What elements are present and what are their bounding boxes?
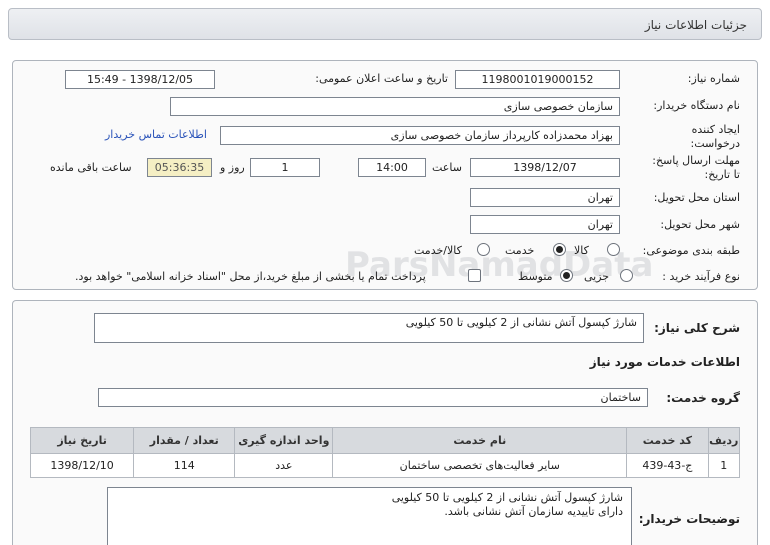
table-header-row: ردیف کد خدمت نام خدمت واحد اندازه گیری ت… [29,427,741,454]
category-option-goods-service: کالا/خدمت [414,244,462,257]
cell-service-code: ج-43-439 [626,453,709,478]
col-header-service-name: نام خدمت [332,427,628,454]
deadline-time-field[interactable]: 14:00 [358,158,426,177]
col-header-service-code: کد خدمت [626,427,709,454]
requester-field[interactable]: بهزاد محمدزاده کارپرداز سازمان خصوصی ساز… [220,126,620,145]
category-radio-goods[interactable] [607,243,620,256]
cell-unit: عدد [234,453,334,478]
remaining-label: ساعت باقی مانده [50,161,132,174]
process-option-minor: جزیی [584,270,610,283]
requester-label-1: ایجاد کننده [691,123,740,136]
service-group-label: گروه خدمت: [666,391,740,405]
col-header-quantity: تعداد / مقدار [133,427,236,454]
countdown-timer: 05:36:35 [147,158,212,177]
requester-label-2: درخواست: [690,137,740,150]
days-remaining-field[interactable]: 1 [250,158,320,177]
province-label: استان محل تحویل: [653,191,740,204]
city-label: شهر محل تحویل: [660,218,740,231]
buyer-contact-link[interactable]: اطلاعات تماس خریدار [105,128,207,141]
need-description-field[interactable]: شارژ کپسول آتش نشانی از 2 کیلویی تا 50 ک… [94,313,644,343]
treasury-payment-checkbox[interactable] [468,269,481,282]
cell-service-name: سایر فعالیت‌های تخصصی ساختمان [332,453,628,478]
process-radio-minor[interactable] [620,269,633,282]
city-field[interactable]: تهران [470,215,620,234]
col-header-unit: واحد اندازه گیری [234,427,334,454]
treasury-payment-note: پرداخت تمام یا بخشی از مبلغ خرید،از محل … [75,270,426,283]
days-label: روز و [220,161,245,174]
buyer-notes-label: توضیحات خریدار: [638,512,740,526]
category-option-goods: کالا [574,244,589,257]
col-header-need-date: تاریخ نیاز [29,427,135,454]
deadline-label-2: تا تاریخ: [704,168,740,181]
province-field[interactable]: تهران [470,188,620,207]
service-group-field[interactable]: ساختمان [98,388,648,407]
services-section-title: اطلاعات خدمات مورد نیاز [589,355,740,369]
announce-datetime-field[interactable]: 1398/12/05 - 15:49 [65,70,215,89]
col-header-row-number: ردیف [707,427,741,454]
page-title: جزئیات اطلاعات نیاز [644,18,747,32]
cell-need-date: 1398/12/10 [29,453,135,478]
buyer-org-label: نام دستگاه خریدار: [653,99,740,112]
category-radio-service[interactable] [553,243,566,256]
cell-row-number: 1 [707,453,741,478]
announce-datetime-label: تاریخ و ساعت اعلان عمومی: [315,72,448,85]
buyer-org-field[interactable]: سازمان خصوصی سازی [170,97,620,116]
process-radio-medium[interactable] [560,269,573,282]
process-option-medium: متوسط [518,270,553,283]
need-number-field[interactable]: 1198001019000152 [455,70,620,89]
buyer-notes-field[interactable]: شارژ کپسول آتش نشانی از 2 کیلویی تا 50 ک… [107,487,632,545]
deadline-time-label: ساعت [432,161,462,174]
cell-quantity: 114 [133,453,236,478]
table-row[interactable]: 1 ج-43-439 سایر فعالیت‌های تخصصی ساختمان… [29,453,741,478]
services-table: ردیف کد خدمت نام خدمت واحد اندازه گیری ت… [29,427,741,478]
process-label: نوع فرآیند خرید : [662,270,740,283]
need-description-label: شرح کلی نیاز: [654,321,740,335]
deadline-label-1: مهلت ارسال پاسخ: [652,154,740,167]
need-number-label: شماره نیاز: [687,72,740,85]
page-header: جزئیات اطلاعات نیاز [8,8,762,40]
deadline-date-field[interactable]: 1398/12/07 [470,158,620,177]
category-option-service: خدمت [505,244,535,257]
category-radio-goods-service[interactable] [477,243,490,256]
category-label: طبقه بندی موضوعی: [642,244,740,257]
